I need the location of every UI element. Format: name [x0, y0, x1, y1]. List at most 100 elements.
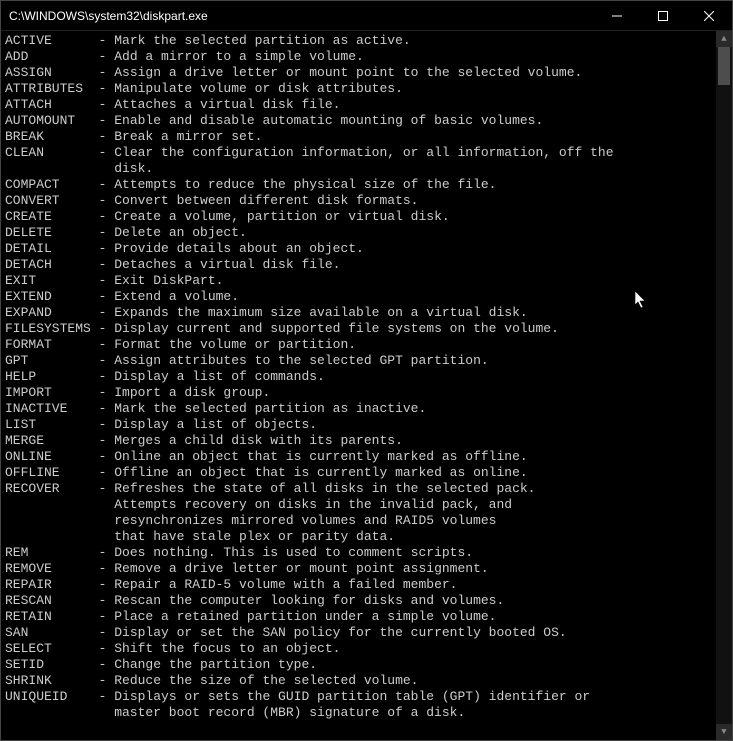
command-row: EXTEND- Extend a volume.: [5, 289, 712, 305]
command-row: AUTOMOUNT- Enable and disable automatic …: [5, 113, 712, 129]
maximize-icon: [658, 11, 668, 21]
command-name: SAN: [5, 625, 99, 641]
command-row: OFFLINE- Offline an object that is curre…: [5, 465, 712, 481]
command-description: Delete an object.: [114, 225, 247, 240]
command-description: Create a volume, partition or virtual di…: [114, 209, 449, 224]
command-name: AUTOMOUNT: [5, 113, 99, 129]
command-name: FILESYSTEMS: [5, 321, 99, 337]
command-row: SAN- Display or set the SAN policy for t…: [5, 625, 712, 641]
close-button[interactable]: [686, 1, 732, 30]
command-name: REMOVE: [5, 561, 99, 577]
command-row: MERGE- Merges a child disk with its pare…: [5, 433, 712, 449]
command-description: Display or set the SAN policy for the cu…: [114, 625, 566, 640]
separator: -: [99, 657, 115, 672]
command-name: COMPACT: [5, 177, 99, 193]
separator: -: [99, 145, 115, 160]
console-window: C:\WINDOWS\system32\diskpart.exe ACTIVE-…: [0, 0, 733, 741]
command-row: ATTACH- Attaches a virtual disk file.: [5, 97, 712, 113]
command-name: CONVERT: [5, 193, 99, 209]
command-name: EXPAND: [5, 305, 99, 321]
titlebar[interactable]: C:\WINDOWS\system32\diskpart.exe: [1, 1, 732, 31]
separator: -: [99, 369, 115, 384]
scroll-track[interactable]: [716, 47, 732, 724]
separator: -: [99, 97, 115, 112]
maximize-button[interactable]: [640, 1, 686, 30]
command-description: Shift the focus to an object.: [114, 641, 340, 656]
separator: -: [99, 545, 115, 560]
scroll-thumb[interactable]: [718, 47, 730, 85]
command-row: SHRINK- Reduce the size of the selected …: [5, 673, 712, 689]
command-description: Display a list of commands.: [114, 369, 325, 384]
command-name: ADD: [5, 49, 99, 65]
command-name: UNIQUEID: [5, 689, 99, 705]
separator: -: [99, 577, 115, 592]
separator: -: [99, 113, 115, 128]
command-row: UNIQUEID- Displays or sets the GUID part…: [5, 689, 712, 705]
command-description: Offline an object that is currently mark…: [114, 465, 527, 480]
command-name: REM: [5, 545, 99, 561]
command-row: ONLINE- Online an object that is current…: [5, 449, 712, 465]
separator: -: [99, 385, 115, 400]
scroll-down-arrow[interactable]: ▼: [716, 724, 732, 740]
separator: -: [99, 65, 115, 80]
separator: -: [99, 193, 115, 208]
command-row: HELP- Display a list of commands.: [5, 369, 712, 385]
command-name: ACTIVE: [5, 33, 99, 49]
command-description: Convert between different disk formats.: [114, 193, 418, 208]
command-description-cont: Attempts recovery on disks in the invali…: [5, 497, 712, 513]
command-row: IMPORT- Import a disk group.: [5, 385, 712, 401]
command-name: CLEAN: [5, 145, 99, 161]
command-description: Rescan the computer looking for disks an…: [114, 593, 504, 608]
command-row: DELETE- Delete an object.: [5, 225, 712, 241]
command-name: ONLINE: [5, 449, 99, 465]
separator: -: [99, 49, 115, 64]
command-row: REMOVE- Remove a drive letter or mount p…: [5, 561, 712, 577]
command-description: Mark the selected partition as inactive.: [114, 401, 426, 416]
command-description: Online an object that is currently marke…: [114, 449, 527, 464]
command-description-cont: that have stale plex or parity data.: [5, 529, 712, 545]
console-output[interactable]: ACTIVE- Mark the selected partition as a…: [1, 31, 716, 740]
command-description: Merges a child disk with its parents.: [114, 433, 403, 448]
command-row: SETID- Change the partition type.: [5, 657, 712, 673]
command-name: DETACH: [5, 257, 99, 273]
minimize-button[interactable]: [594, 1, 640, 30]
command-description-cont: resynchronizes mirrored volumes and RAID…: [5, 513, 712, 529]
separator: -: [99, 225, 115, 240]
command-description: Import a disk group.: [114, 385, 270, 400]
command-description: Assign attributes to the selected GPT pa…: [114, 353, 488, 368]
separator: -: [99, 433, 115, 448]
scroll-up-arrow[interactable]: ▲: [716, 31, 732, 47]
separator: -: [99, 257, 115, 272]
window-controls: [594, 1, 732, 30]
separator: -: [99, 321, 115, 336]
command-row: GPT- Assign attributes to the selected G…: [5, 353, 712, 369]
separator: -: [99, 305, 115, 320]
command-description: Displays or sets the GUID partition tabl…: [114, 689, 590, 704]
command-name: CREATE: [5, 209, 99, 225]
separator: -: [99, 625, 115, 640]
command-description-cont: disk.: [5, 161, 712, 177]
command-description: Enable and disable automatic mounting of…: [114, 113, 543, 128]
command-description: Provide details about an object.: [114, 241, 364, 256]
separator: -: [99, 241, 115, 256]
command-name: LIST: [5, 417, 99, 433]
window-title: C:\WINDOWS\system32\diskpart.exe: [9, 9, 594, 23]
command-row: CREATE- Create a volume, partition or vi…: [5, 209, 712, 225]
command-name: INACTIVE: [5, 401, 99, 417]
command-description: Place a retained partition under a simpl…: [114, 609, 496, 624]
command-name: HELP: [5, 369, 99, 385]
command-name: ATTRIBUTES: [5, 81, 99, 97]
command-row: REM- Does nothing. This is used to comme…: [5, 545, 712, 561]
separator: -: [99, 561, 115, 576]
vertical-scrollbar[interactable]: ▲ ▼: [716, 31, 732, 740]
command-description: Exit DiskPart.: [114, 273, 223, 288]
content-area: ACTIVE- Mark the selected partition as a…: [1, 31, 732, 740]
command-description: Add a mirror to a simple volume.: [114, 49, 364, 64]
command-row: SELECT- Shift the focus to an object.: [5, 641, 712, 657]
command-name: EXTEND: [5, 289, 99, 305]
command-row: ACTIVE- Mark the selected partition as a…: [5, 33, 712, 49]
command-description: Extend a volume.: [114, 289, 239, 304]
command-name: ATTACH: [5, 97, 99, 113]
command-name: RECOVER: [5, 481, 99, 497]
command-row: EXPAND- Expands the maximum size availab…: [5, 305, 712, 321]
